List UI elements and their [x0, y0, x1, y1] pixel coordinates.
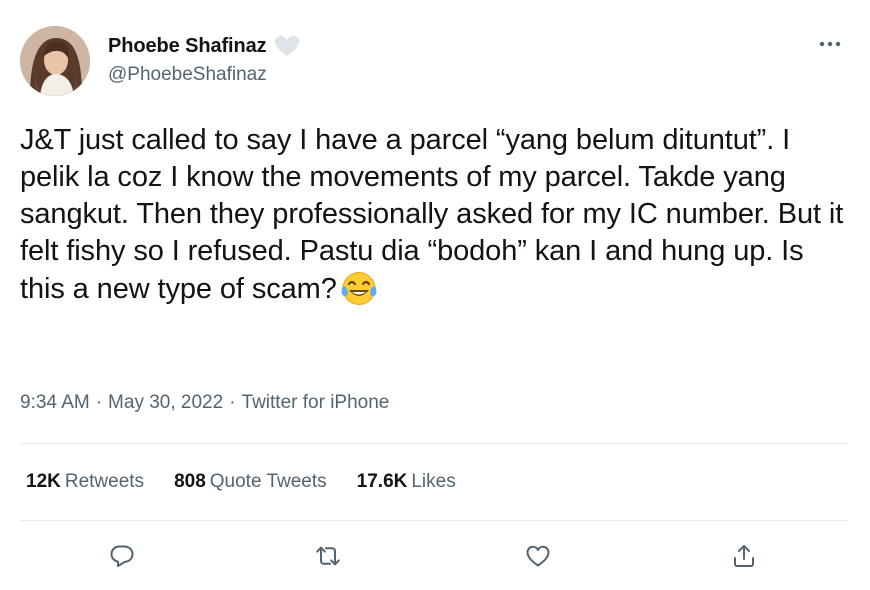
divider [20, 443, 848, 444]
share-icon [734, 545, 754, 567]
tweet-time[interactable]: 9:34 AM [20, 392, 90, 414]
quote-tweets-stat[interactable]: 808 Quote Tweets [174, 471, 327, 493]
retweet-icon [316, 546, 340, 566]
tweet-text: J&T just called to say I have a parcel “… [20, 122, 850, 308]
retweets-stat[interactable]: 12K Retweets [26, 471, 144, 493]
share-button[interactable] [724, 536, 764, 576]
meta-separator: · [229, 392, 236, 413]
likes-stat[interactable]: 17.6K Likes [357, 471, 456, 493]
retweets-label: Retweets [64, 471, 145, 492]
tweet-text-content: J&T just called to say I have a parcel “… [20, 124, 852, 305]
tweet-meta: 9:34 AM · May 30, 2022 · Twitter for iPh… [20, 392, 389, 414]
tweet-stats: 12K Retweets 808 Quote Tweets 17.6K Likes [26, 471, 486, 493]
retweet-button[interactable] [308, 536, 348, 576]
likes-count: 17.6K [356, 471, 408, 492]
likes-label: Likes [411, 471, 456, 492]
like-button[interactable] [518, 536, 558, 576]
tweet-date[interactable]: May 30, 2022 [108, 392, 223, 414]
tweet-actions [0, 536, 870, 576]
author-names: Phoebe Shafinaz @PhoebeShafinaz [108, 34, 301, 86]
handle[interactable]: @PhoebeShafinaz [108, 64, 301, 86]
divider [20, 520, 848, 521]
face-with-tears-of-joy-icon [339, 270, 379, 307]
like-icon [526, 545, 550, 567]
more-options-icon[interactable] [816, 36, 844, 52]
tweet-header: Phoebe Shafinaz @PhoebeShafinaz [20, 26, 850, 96]
tweet-source[interactable]: Twitter for iPhone [242, 392, 390, 414]
tweet-card: Phoebe Shafinaz @PhoebeShafinaz J&T just… [0, 0, 870, 590]
avatar-image [20, 26, 90, 96]
heart-icon [273, 34, 301, 58]
quote-tweets-label: Quote Tweets [209, 471, 327, 492]
reply-icon [110, 545, 134, 567]
display-name-row: Phoebe Shafinaz [108, 34, 301, 58]
meta-separator: · [95, 392, 103, 413]
display-name[interactable]: Phoebe Shafinaz [108, 35, 267, 58]
reply-button[interactable] [102, 536, 142, 576]
avatar[interactable] [20, 26, 90, 96]
quote-tweets-count: 808 [174, 471, 206, 492]
retweets-count: 12K [26, 471, 61, 492]
